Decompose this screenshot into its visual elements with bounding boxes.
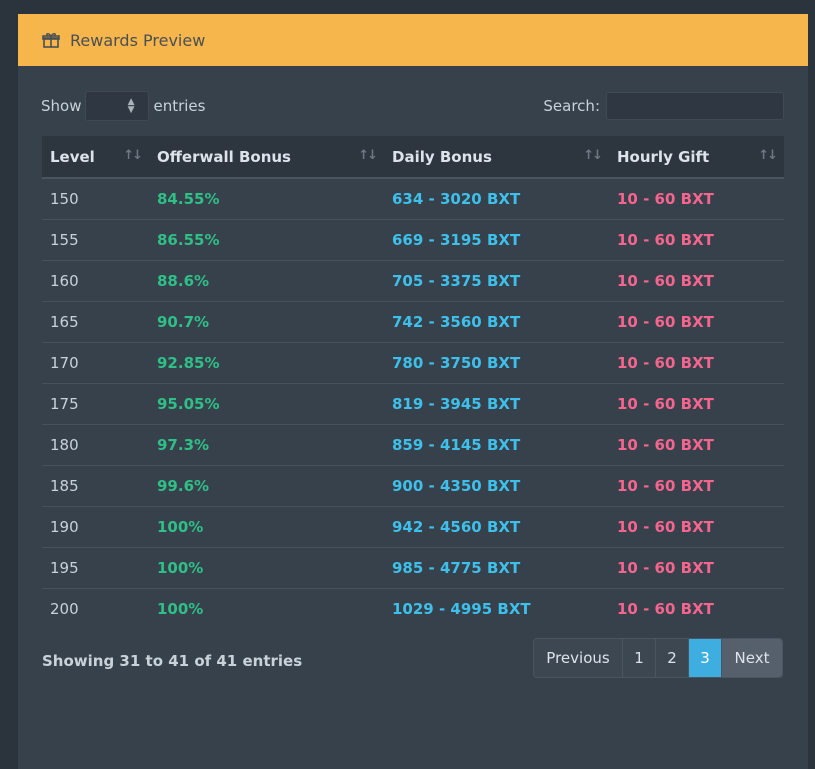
search-input[interactable] [606,92,784,120]
page-button-3[interactable]: 3 [689,639,722,677]
offerwall-bonus-cell: 88.6% [149,259,384,301]
level-cell: 195 [42,546,149,588]
card-header: Rewards Preview [18,14,808,66]
column-label: Level [50,147,95,166]
offerwall-bonus-cell: 100% [149,505,384,547]
pagination: Previous 1 2 3 Next [533,638,783,678]
entries-select[interactable]: ▲ ▼ [85,91,150,121]
level-cell: 175 [42,382,149,424]
daily-bonus-cell: 819 - 3945 BXT [384,382,609,424]
daily-bonus-cell: 780 - 3750 BXT [384,341,609,383]
level-cell: 200 [42,587,149,629]
daily-bonus-cell: 985 - 4775 BXT [384,546,609,588]
sort-icon: ↑↓ [358,148,378,163]
column-header-offerwall-bonus[interactable]: Offerwall Bonus ↑↓ [149,136,384,179]
offerwall-bonus-cell: 86.55% [149,218,384,260]
table-row: 155 86.55% 669 - 3195 BXT 10 - 60 BXT [42,218,784,260]
column-header-daily-bonus[interactable]: Daily Bonus ↑↓ [384,136,609,179]
table-row: 150 84.55% 634 - 3020 BXT 10 - 60 BXT [42,178,784,219]
table-row: 165 90.7% 742 - 3560 BXT 10 - 60 BXT [42,300,784,342]
hourly-gift-cell: 10 - 60 BXT [609,300,784,342]
offerwall-bonus-cell: 90.7% [149,300,384,342]
entries-length-control: Show ▲ ▼ entries [41,90,205,122]
rewards-preview-card: Rewards Preview Show ▲ ▼ entries Search: … [18,14,808,769]
previous-page-button[interactable]: Previous [534,639,623,677]
column-label: Daily Bonus [392,147,492,166]
offerwall-bonus-cell: 100% [149,587,384,629]
table-row: 160 88.6% 705 - 3375 BXT 10 - 60 BXT [42,259,784,301]
hourly-gift-cell: 10 - 60 BXT [609,546,784,588]
sort-icon: ↑↓ [583,148,603,163]
daily-bonus-cell: 705 - 3375 BXT [384,259,609,301]
page-button-1[interactable]: 1 [623,639,656,677]
level-cell: 160 [42,259,149,301]
hourly-gift-cell: 10 - 60 BXT [609,382,784,424]
offerwall-bonus-cell: 92.85% [149,341,384,383]
table-row: 190 100% 942 - 4560 BXT 10 - 60 BXT [42,505,784,547]
hourly-gift-cell: 10 - 60 BXT [609,341,784,383]
rewards-table: Level ↑↓ Offerwall Bonus ↑↓ Daily Bonus … [42,136,784,629]
daily-bonus-cell: 1029 - 4995 BXT [384,587,609,629]
offerwall-bonus-cell: 95.05% [149,382,384,424]
card-title: Rewards Preview [70,30,206,50]
level-cell: 165 [42,300,149,342]
hourly-gift-cell: 10 - 60 BXT [609,259,784,301]
offerwall-bonus-cell: 84.55% [157,189,220,208]
column-header-level[interactable]: Level ↑↓ [42,136,149,179]
hourly-gift-cell: 10 - 60 BXT [617,189,714,208]
hourly-gift-cell: 10 - 60 BXT [609,423,784,465]
daily-bonus-cell: 900 - 4350 BXT [384,464,609,506]
table-row: 170 92.85% 780 - 3750 BXT 10 - 60 BXT [42,341,784,383]
level-cell: 185 [42,464,149,506]
table-row: 195 100% 985 - 4775 BXT 10 - 60 BXT [42,546,784,588]
entries-label: entries [153,97,206,115]
select-arrows-icon: ▲ ▼ [127,97,135,115]
table-controls: Show ▲ ▼ entries Search: [41,90,784,122]
column-label: Hourly Gift [617,147,710,166]
gift-icon [42,31,60,49]
level-cell: 180 [42,423,149,465]
level-cell: 155 [42,218,149,260]
daily-bonus-cell: 634 - 3020 BXT [392,189,521,208]
offerwall-bonus-cell: 100% [149,546,384,588]
offerwall-bonus-cell: 97.3% [149,423,384,465]
table-body: 150 84.55% 634 - 3020 BXT 10 - 60 BXT 155 86.… [42,178,784,629]
daily-bonus-cell: 859 - 4145 BXT [384,423,609,465]
hourly-gift-cell: 10 - 60 BXT [609,464,784,506]
daily-bonus-cell: 742 - 3560 BXT [384,300,609,342]
daily-bonus-cell: 942 - 4560 BXT [384,505,609,547]
table-row: 175 95.05% 819 - 3945 BXT 10 - 60 BXT [42,382,784,424]
hourly-gift-cell: 10 - 60 BXT [609,505,784,547]
daily-bonus-cell: 669 - 3195 BXT [384,218,609,260]
column-label: Offerwall Bonus [157,147,291,166]
sort-icon: ↑↓ [758,148,778,163]
level-cell: 150 [50,189,79,208]
table-header-row: Level ↑↓ Offerwall Bonus ↑↓ Daily Bonus … [42,136,784,179]
level-cell: 170 [42,341,149,383]
page-button-2[interactable]: 2 [656,639,689,677]
table-row: 200 100% 1029 - 4995 BXT 10 - 60 BXT [42,587,784,629]
search-control: Search: [543,90,784,122]
table-info: Showing 31 to 41 of 41 entries [42,652,303,670]
hourly-gift-cell: 10 - 60 BXT [609,218,784,260]
hourly-gift-cell: 10 - 60 BXT [609,587,784,629]
show-label: Show [41,97,82,115]
level-cell: 190 [42,505,149,547]
offerwall-bonus-cell: 99.6% [149,464,384,506]
search-label: Search: [543,97,600,115]
table-row: 180 97.3% 859 - 4145 BXT 10 - 60 BXT [42,423,784,465]
next-page-button[interactable]: Next [722,639,782,677]
table-row: 185 99.6% 900 - 4350 BXT 10 - 60 BXT [42,464,784,506]
sort-icon: ↑↓ [123,148,143,163]
column-header-hourly-gift[interactable]: Hourly Gift ↑↓ [609,136,784,179]
